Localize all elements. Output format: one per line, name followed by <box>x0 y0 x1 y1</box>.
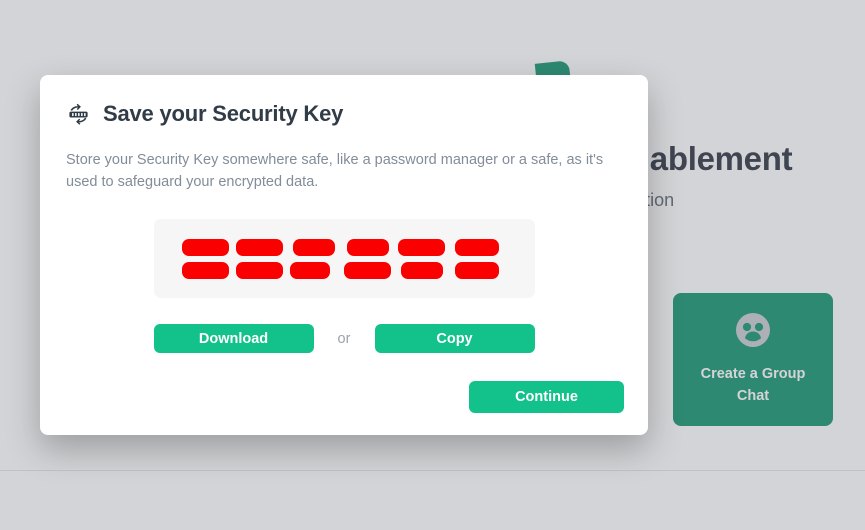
dialog-header: Save your Security Key <box>66 101 624 127</box>
key-redaction-block <box>236 261 283 279</box>
key-rotate-icon <box>66 102 91 127</box>
key-redaction-block <box>292 238 335 256</box>
key-redaction-block <box>236 238 283 256</box>
key-redaction-block <box>455 238 499 256</box>
key-actions-row: Download or Copy <box>153 324 535 354</box>
save-security-key-dialog: Save your Security Key Store your Securi… <box>40 75 648 435</box>
continue-button[interactable]: Continue <box>469 381 624 414</box>
copy-button[interactable]: Copy <box>374 324 535 354</box>
security-key-redacted-grid <box>182 238 506 279</box>
key-redaction-block <box>455 261 499 279</box>
key-redaction-block <box>344 261 391 279</box>
dialog-description: Store your Security Key somewhere safe, … <box>66 152 604 191</box>
download-button[interactable]: Download <box>153 324 314 354</box>
key-redaction-block <box>182 238 229 256</box>
or-separator-label: or <box>337 330 351 347</box>
key-redaction-block <box>398 238 445 256</box>
key-redaction-block <box>290 261 330 279</box>
dialog-title: Save your Security Key <box>103 101 344 126</box>
security-key-display[interactable] <box>153 219 535 299</box>
key-redaction-block <box>182 261 229 279</box>
dialog-footer: Continue <box>64 381 624 414</box>
key-redaction-block <box>400 261 443 279</box>
key-redaction-block <box>346 238 389 256</box>
